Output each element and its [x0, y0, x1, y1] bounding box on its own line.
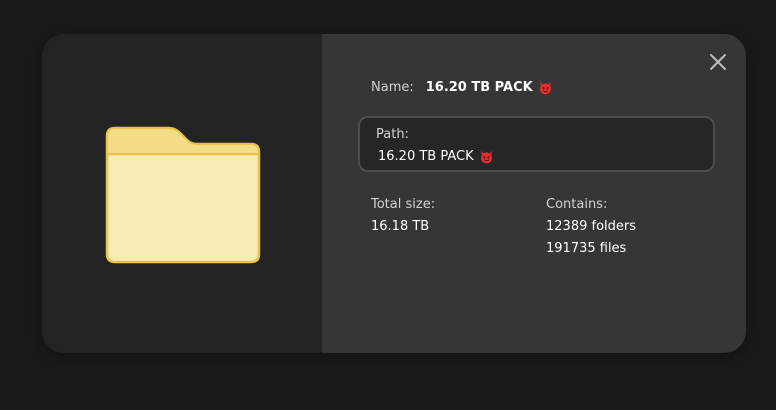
name-value: 16.20 TB PACK [425, 80, 533, 95]
contains-block: Contains: 12389 folders 191735 files [546, 194, 636, 260]
path-box[interactable]: Path: 16.20 TB PACK [358, 116, 715, 172]
path-value: 16.20 TB PACK [378, 149, 474, 164]
folders-count: 12389 folders [546, 219, 636, 234]
total-size-block: Total size: 16.18 TB [371, 194, 435, 238]
files-count: 191735 files [546, 241, 627, 256]
devil-face-icon [480, 150, 492, 164]
preview-pane [42, 34, 322, 353]
path-label: Path: [376, 127, 409, 142]
devil-face-icon [539, 81, 551, 95]
folder-properties-dialog: Name: 16.20 TB PACK Path: 16.20 TB PACK [42, 34, 746, 353]
folder-icon [105, 126, 261, 264]
path-value-row: 16.20 TB PACK [378, 149, 494, 164]
contains-label: Contains: [546, 197, 608, 212]
close-icon[interactable] [706, 50, 730, 74]
details-pane: Name: 16.20 TB PACK Path: 16.20 TB PACK [322, 34, 746, 353]
name-label: Name: [371, 80, 414, 95]
name-row: Name: 16.20 TB PACK [371, 80, 553, 95]
total-size-value: 16.18 TB [371, 219, 430, 234]
total-size-label: Total size: [371, 197, 436, 212]
